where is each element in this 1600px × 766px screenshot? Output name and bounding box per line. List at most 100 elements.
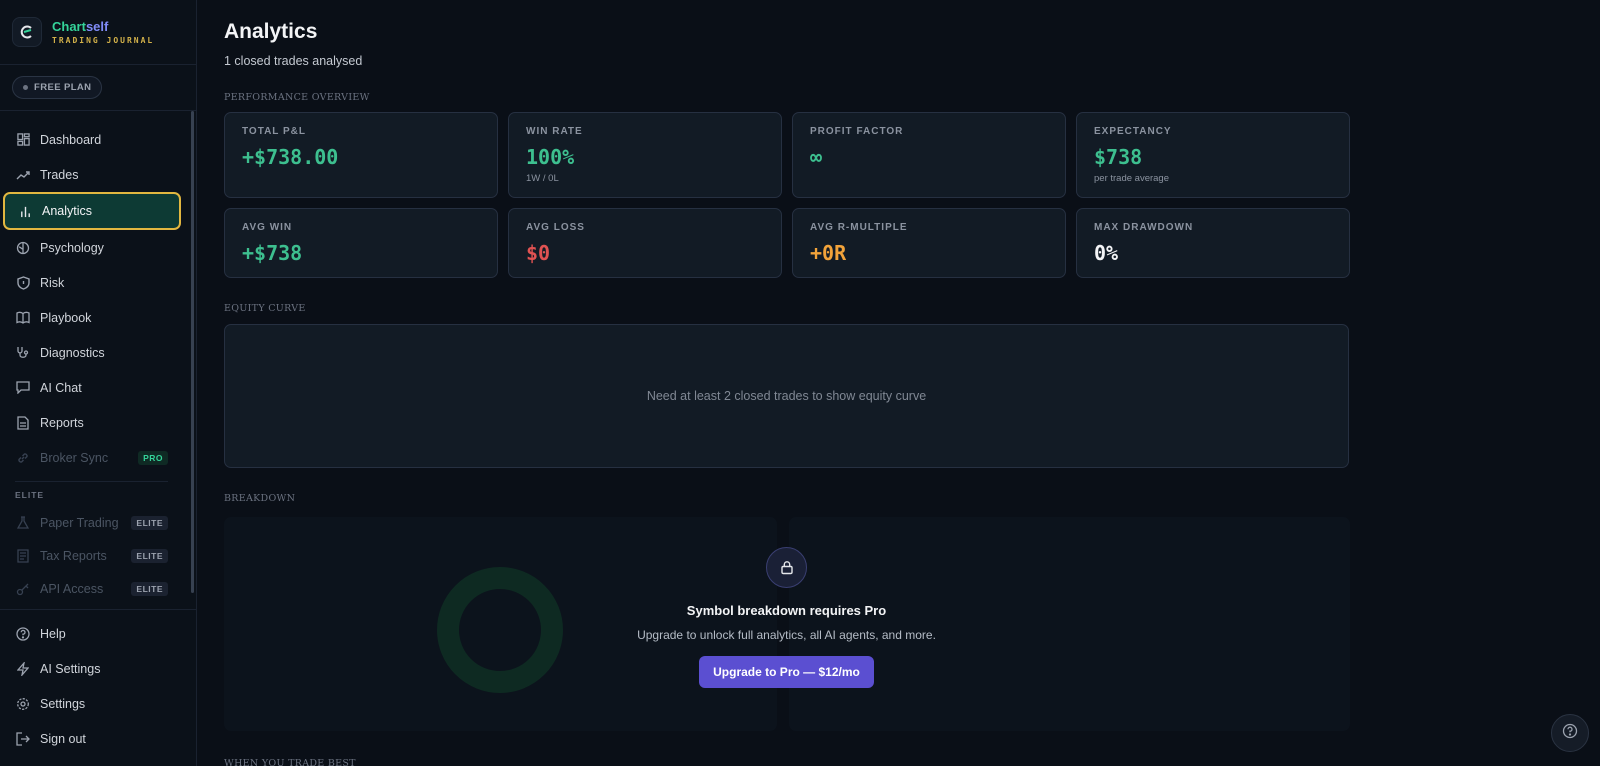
chat-icon — [16, 381, 30, 395]
equity-empty-message: Need at least 2 closed trades to show eq… — [646, 389, 927, 403]
stat-value: 100% — [526, 145, 575, 169]
sidebar-nav: Dashboard Trades Analytics Psychology Ri… — [0, 111, 196, 605]
sidebar-item-label: AI Settings — [40, 661, 101, 676]
sidebar-item-label: Diagnostics — [40, 345, 105, 360]
elite-badge: ELITE — [131, 548, 168, 563]
sidebar-item-help[interactable]: Help — [0, 616, 196, 651]
sidebar-item-api-access[interactable]: API Access ELITE — [0, 572, 196, 605]
upgrade-button[interactable]: Upgrade to Pro — $12/mo — [699, 656, 874, 688]
sidebar-item-analytics[interactable]: Analytics — [3, 192, 181, 230]
help-fab-button[interactable] — [1551, 714, 1589, 752]
elite-badge: ELITE — [131, 581, 168, 596]
stat-value: +0R — [810, 241, 847, 265]
stethoscope-icon — [16, 346, 30, 360]
stat-label: PROFIT FACTOR — [810, 126, 904, 137]
sidebar-item-label: AI Chat — [40, 380, 82, 395]
sidebar-item-label: Tax Reports — [40, 548, 107, 563]
breakdown-locked-panel: Symbol breakdown requires Pro Upgrade to… — [224, 517, 1350, 731]
sidebar-item-broker-sync[interactable]: Broker Sync PRO — [0, 440, 196, 475]
stat-value: $738 — [1094, 145, 1143, 169]
lock-description: Upgrade to unlock full analytics, all AI… — [637, 628, 936, 642]
sidebar-item-label: Risk — [40, 275, 65, 290]
sidebar-item-trades[interactable]: Trades — [0, 157, 196, 192]
stat-value: ∞ — [810, 145, 823, 169]
stat-note: 1W / 0L — [526, 173, 559, 184]
performance-cards-row-2: AVG WIN +$738 AVG LOSS $0 AVG R-MULTIPLE… — [224, 208, 1350, 278]
main-content: Analytics 1 closed trades analysed PERFO… — [224, 0, 1350, 766]
stat-value: +$738.00 — [242, 145, 339, 169]
stat-note: per trade average — [1094, 173, 1169, 184]
sidebar-item-label: Psychology — [40, 240, 104, 255]
bar-chart-icon — [18, 204, 32, 218]
logo-icon — [12, 17, 42, 47]
logout-icon — [16, 731, 30, 746]
sidebar-item-dashboard[interactable]: Dashboard — [0, 122, 196, 157]
stat-label: WIN RATE — [526, 126, 583, 137]
plan-badge[interactable]: FREE PLAN — [12, 76, 103, 99]
stat-card-expectancy: EXPECTANCY $738 per trade average — [1076, 112, 1350, 198]
sidebar-item-label: Reports — [40, 415, 84, 430]
pro-badge: PRO — [138, 450, 168, 465]
sidebar-item-psychology[interactable]: Psychology — [0, 230, 196, 265]
stat-label: AVG WIN — [242, 222, 293, 233]
stat-label: AVG LOSS — [526, 222, 585, 233]
sidebar-item-label: Sign out — [40, 731, 86, 746]
shield-icon — [16, 275, 30, 290]
brain-icon — [16, 241, 30, 255]
page-subtitle: 1 closed trades analysed — [224, 54, 363, 68]
equity-curve-panel: Need at least 2 closed trades to show eq… — [224, 324, 1349, 468]
performance-heading: PERFORMANCE OVERVIEW — [224, 92, 370, 103]
book-icon — [16, 311, 30, 325]
sidebar-item-reports[interactable]: Reports — [0, 405, 196, 440]
brand-subtitle: TRADING JOURNAL — [52, 36, 155, 45]
sidebar-item-tax-reports[interactable]: Tax Reports ELITE — [0, 539, 196, 572]
sidebar-item-label: Broker Sync — [40, 450, 109, 465]
brand-name: Chartself — [52, 19, 109, 34]
sidebar: Chartself TRADING JOURNAL FREE PLAN Dash… — [0, 0, 197, 766]
stat-card-max-drawdown: MAX DRAWDOWN 0% — [1076, 208, 1350, 278]
sidebar-item-label: Analytics — [42, 204, 93, 218]
brand[interactable]: Chartself TRADING JOURNAL — [0, 0, 196, 65]
sidebar-item-ai-settings[interactable]: AI Settings — [0, 651, 196, 686]
sidebar-scrollbar[interactable] — [191, 111, 194, 593]
file-icon — [16, 415, 30, 430]
stat-card-total-pnl: TOTAL P&L +$738.00 — [224, 112, 498, 198]
sidebar-item-label: Paper Trading — [40, 515, 119, 530]
sidebar-item-label: API Access — [40, 581, 104, 596]
sidebar-item-ai-chat[interactable]: AI Chat — [0, 370, 196, 405]
trending-up-icon — [16, 168, 30, 182]
stat-card-avg-r-multiple: AVG R-MULTIPLE +0R — [792, 208, 1066, 278]
zap-icon — [16, 661, 30, 676]
equity-heading: EQUITY CURVE — [224, 303, 306, 314]
stat-card-win-rate: WIN RATE 100% 1W / 0L — [508, 112, 782, 198]
lock-title: Symbol breakdown requires Pro — [686, 603, 887, 618]
stat-label: MAX DRAWDOWN — [1094, 222, 1194, 233]
performance-cards: TOTAL P&L +$738.00 WIN RATE 100% 1W / 0L… — [224, 112, 1350, 198]
sidebar-item-label: Playbook — [40, 310, 92, 325]
sidebar-item-label: Dashboard — [40, 132, 102, 147]
stat-value: 0% — [1094, 241, 1119, 265]
sidebar-item-playbook[interactable]: Playbook — [0, 300, 196, 335]
dashboard-icon — [16, 133, 30, 147]
link-icon — [16, 451, 30, 465]
stat-card-avg-loss: AVG LOSS $0 — [508, 208, 782, 278]
stat-value: +$738 — [242, 241, 303, 265]
stat-card-profit-factor: PROFIT FACTOR ∞ — [792, 112, 1066, 198]
lock-icon — [766, 547, 807, 588]
key-icon — [16, 582, 30, 596]
sidebar-item-sign-out[interactable]: Sign out — [0, 721, 196, 756]
sidebar-item-settings[interactable]: Settings — [0, 686, 196, 721]
stat-label: TOTAL P&L — [242, 126, 306, 137]
sidebar-item-risk[interactable]: Risk — [0, 265, 196, 300]
breakdown-heading: BREAKDOWN — [224, 493, 296, 504]
help-circle-icon — [16, 626, 30, 641]
elite-section-label: ELITE — [15, 481, 168, 506]
page-title: Analytics — [224, 20, 318, 43]
sidebar-item-label: Help — [40, 626, 66, 641]
sidebar-item-label: Trades — [40, 167, 79, 182]
elite-badge: ELITE — [131, 515, 168, 530]
help-circle-icon — [1562, 723, 1578, 744]
stat-value: $0 — [526, 241, 551, 265]
sidebar-item-diagnostics[interactable]: Diagnostics — [0, 335, 196, 370]
sidebar-item-paper-trading[interactable]: Paper Trading ELITE — [0, 506, 196, 539]
